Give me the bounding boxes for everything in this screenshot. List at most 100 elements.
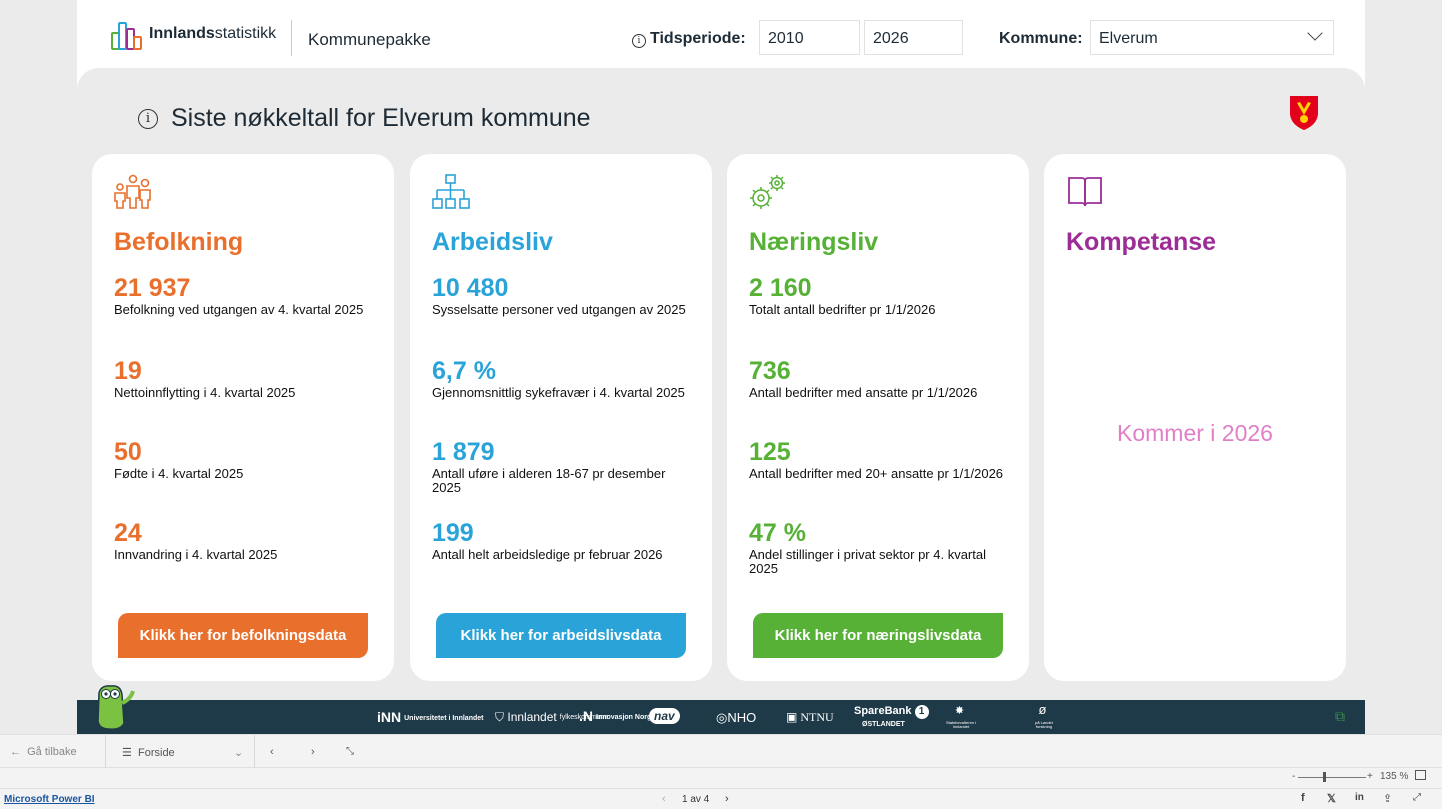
kpi-value: 10 480 <box>432 274 509 302</box>
brand-name: Innlandsstatistikk <box>149 25 277 42</box>
kpi-item: 24 Innvandring i 4. kvartal 2025 <box>114 520 376 562</box>
nho-mark-icon: ◎ <box>716 710 728 725</box>
shield-icon: ⛉ <box>495 710 505 724</box>
period-from-input[interactable]: 2010 <box>759 20 860 55</box>
kpi-item: 736 Antall bedrifter med ansatte pr 1/1/… <box>749 358 1011 400</box>
chevron-down-icon <box>1307 25 1323 41</box>
kpi-value: 6,7 % <box>432 357 496 385</box>
partner-logo-ntnu[interactable]: ▣ NTNU <box>786 710 834 725</box>
partner-logo-paa-landet[interactable]: ø på Landet forskning <box>1024 702 1061 731</box>
kpi-description: Befolkning ved utgangen av 4. kvartal 20… <box>114 302 364 317</box>
period-label: i Tidsperiode: <box>632 30 746 48</box>
nav-divider <box>105 735 106 769</box>
kpi-item: 19 Nettoinnflytting i 4. kvartal 2025 <box>114 358 376 400</box>
kpi-value: 1 879 <box>432 438 495 466</box>
period-to-input[interactable]: 2026 <box>864 20 963 55</box>
kommune-selected-value: Elverum <box>1099 30 1158 47</box>
report-header: Innlandsstatistikk Kommunepakke i Tidsper… <box>77 0 1365 68</box>
partner-logo-inn[interactable]: iNN Universitetet i Innlandet <box>377 709 483 725</box>
next-page-button[interactable]: › <box>311 746 315 758</box>
kpi-value: 21 937 <box>114 274 191 302</box>
leaf-icon: ø <box>1038 702 1047 717</box>
kpi-description: Totalt antall bedrifter pr 1/1/2026 <box>749 302 936 317</box>
partner-logo-innovasjon-norge[interactable]: .N Innovasjon Norge <box>579 708 655 724</box>
partner-logo-nav[interactable]: nav <box>649 708 680 724</box>
arbeidslivsdata-button[interactable]: Klikk her for arbeidslivsdata <box>436 613 686 658</box>
kpi-description: Fødte i 4. kvartal 2025 <box>114 466 244 481</box>
kpi-description: Sysselsatte personer ved utgangen av 202… <box>432 302 686 317</box>
kommune-select[interactable]: Elverum <box>1090 20 1334 55</box>
page-counter: 1 av 4 <box>682 794 710 805</box>
buildings-logo-icon <box>109 18 143 50</box>
zoom-slider-thumb[interactable] <box>1323 772 1326 782</box>
kpi-description: Nettoinnflytting i 4. kvartal 2025 <box>114 385 296 400</box>
card-arbeidsliv: Arbeidsliv 10 480 Sysselsatte personer v… <box>410 154 712 681</box>
people-icon <box>114 174 151 209</box>
back-button[interactable]: ← Gå tilbake <box>10 746 77 758</box>
coming-soon-text: Kommer i 2026 <box>1117 420 1273 446</box>
info-icon[interactable]: i <box>632 34 646 48</box>
kpi-value: 50 <box>114 438 142 466</box>
kpi-description: Antall bedrifter med 20+ ansatte pr 1/1/… <box>749 466 1004 481</box>
zoom-slider[interactable] <box>1298 777 1366 778</box>
org-chart-icon <box>432 174 470 209</box>
kpi-description: Antall helt arbeidsledige pr februar 202… <box>432 547 663 562</box>
bookmark-nav-icon[interactable]: ⧉ <box>1335 708 1345 725</box>
ntnu-square-icon: ▣ <box>786 710 798 724</box>
kpi-value: 24 <box>114 519 142 547</box>
kpi-value: 125 <box>749 438 791 466</box>
innlandsstatistikk-logo[interactable]: Innlandsstatistikk <box>109 18 276 50</box>
chevron-down-icon[interactable]: ⌄ <box>234 746 243 759</box>
partner-logo-sparebank[interactable]: SpareBank 1 ØSTLANDET <box>854 705 929 729</box>
kpi-description: Antall bedrifter med ansatte pr 1/1/2026 <box>749 385 978 400</box>
page-navigation-bar: ← Gå tilbake ☰ Forside ⌄ ‹ › ⤡ <box>0 734 1442 769</box>
kpi-item: 199 Antall helt arbeidsledige pr februar… <box>432 520 694 562</box>
kpi-item: 50 Fødte i 4. kvartal 2025 <box>114 439 376 481</box>
sparebank-one-icon: 1 <box>914 705 929 719</box>
kpi-item: 10 480 Sysselsatte personer ved utgangen… <box>432 275 694 317</box>
card-kompetanse: Kompetanse Kommer i 2026 <box>1044 154 1346 681</box>
kpi-value: 2 160 <box>749 274 812 302</box>
kpi-item: 21 937 Befolkning ved utgangen av 4. kva… <box>114 275 376 317</box>
partner-logo-nho[interactable]: ◎NHO <box>716 710 756 726</box>
previous-page-button[interactable]: ‹ <box>270 746 274 758</box>
info-icon[interactable]: i <box>138 108 158 129</box>
partner-logo-statsforvalteren[interactable]: ✸ Statsforvalteren i Innlandet <box>943 703 976 731</box>
header-divider <box>291 20 292 56</box>
zoom-out-button[interactable]: - <box>1292 771 1295 782</box>
zoom-level: 135 % <box>1380 771 1409 782</box>
gears-icon <box>750 175 785 209</box>
zoom-in-button[interactable]: + <box>1367 771 1373 782</box>
fullscreen-icon[interactable]: ⤢ <box>1413 792 1421 803</box>
kpi-item: 125 Antall bedrifter med 20+ ansatte pr … <box>749 439 1011 481</box>
collapse-icon[interactable]: ⤡ <box>346 746 354 757</box>
powerbi-link[interactable]: Microsoft Power BI <box>4 794 95 805</box>
facebook-icon[interactable]: f <box>1301 792 1305 804</box>
nav-divider <box>254 735 255 769</box>
partner-footer: iNN Universitetet i Innlandet ⛉ Innlandet… <box>77 685 1365 734</box>
kpi-item: 6,7 % Gjennomsnittlig sykefravær i 4. kv… <box>432 358 694 400</box>
card-befolkning: Befolkning 21 937 Befolkning ved utgange… <box>92 154 394 681</box>
app-name: Kommunepakke <box>308 30 431 49</box>
page-select[interactable]: ☰ Forside <box>122 746 175 759</box>
naeringslivsdata-button[interactable]: Klikk her for næringslivsdata <box>753 613 1003 658</box>
linkedin-icon[interactable]: in <box>1355 792 1364 803</box>
powerbi-viewport: Innlandsstatistikk Kommunepakke i Tidsper… <box>0 0 1442 809</box>
twitter-icon[interactable]: 𝕏 <box>1327 792 1336 805</box>
report-canvas: Innlandsstatistikk Kommunepakke i Tidsper… <box>77 0 1365 734</box>
list-icon: ☰ <box>122 747 132 759</box>
kpi-item: 2 160 Totalt antall bedrifter pr 1/1/202… <box>749 275 1011 317</box>
mascot-icon <box>97 685 135 730</box>
kommune-label: Kommune: <box>999 30 1083 47</box>
fit-to-page-icon[interactable] <box>1415 770 1426 780</box>
kpi-value: 736 <box>749 357 791 385</box>
kpi-value: 199 <box>432 519 474 547</box>
next-page-button[interactable]: › <box>725 793 729 805</box>
befolkningsdata-button[interactable]: Klikk her for befolkningsdata <box>118 613 368 658</box>
share-icon[interactable]: ⇪ <box>1383 792 1392 805</box>
page-title: i Siste nøkkeltall for Elverum kommune <box>138 104 591 133</box>
previous-page-button[interactable]: ‹ <box>662 793 666 805</box>
kpi-value: 19 <box>114 357 142 385</box>
kpi-item: 1 879 Antall uføre i alderen 18-67 pr de… <box>432 439 694 495</box>
card-title: Befolkning <box>114 228 244 256</box>
